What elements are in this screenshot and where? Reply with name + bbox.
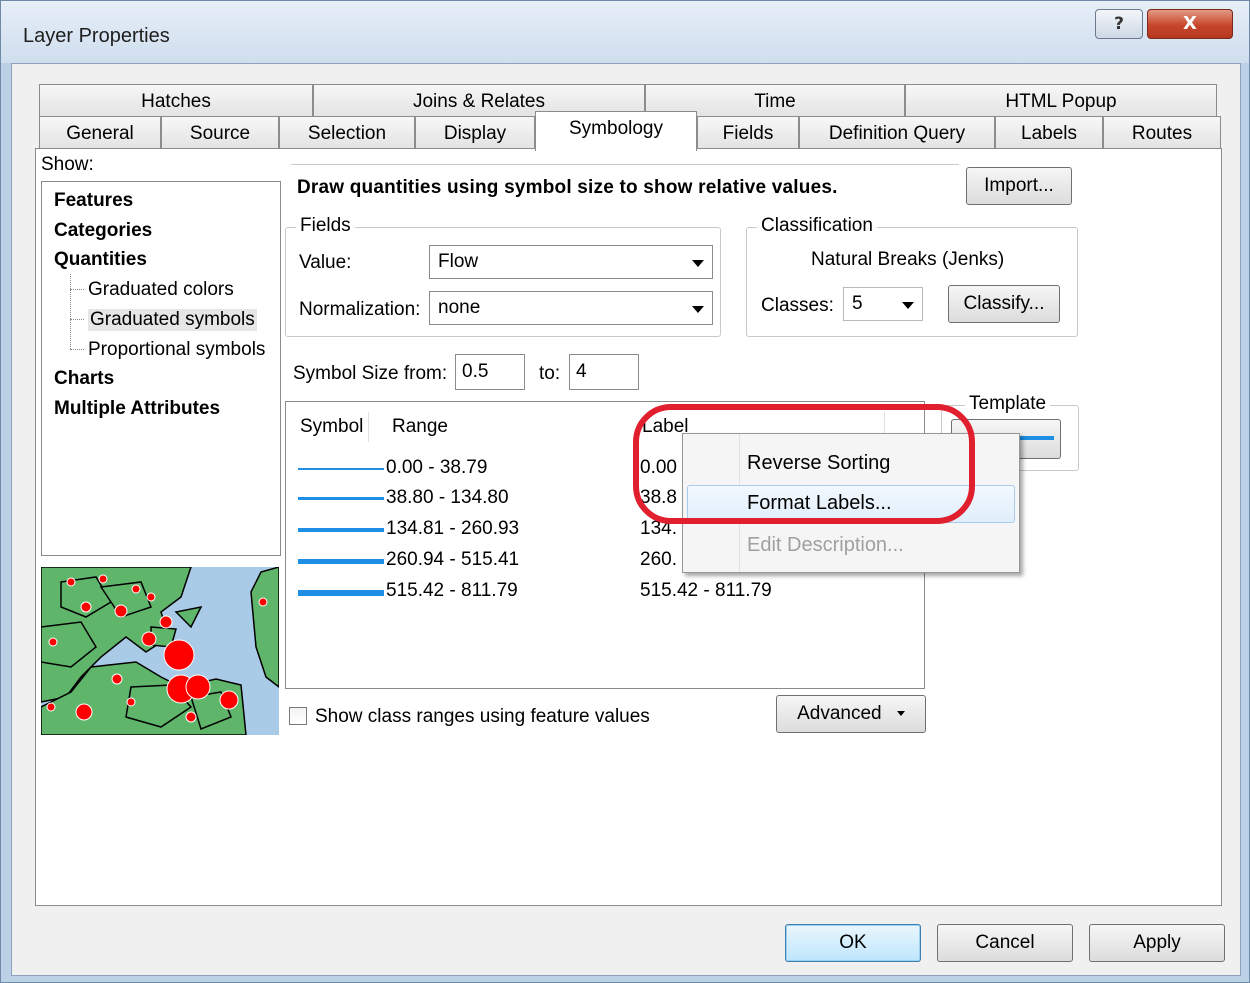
value-label: Value: xyxy=(299,252,352,273)
show-item-quantities[interactable]: Quantities xyxy=(54,249,147,271)
classify-button[interactable]: Classify... xyxy=(948,285,1060,323)
show-item-features[interactable]: Features xyxy=(54,190,133,212)
tree-connector xyxy=(70,274,71,349)
chevron-down-icon xyxy=(896,711,905,717)
tab-selection[interactable]: Selection xyxy=(279,116,415,150)
show-item-charts[interactable]: Charts xyxy=(54,368,114,390)
tab-routes[interactable]: Routes xyxy=(1103,116,1221,150)
show-item-categories[interactable]: Categories xyxy=(54,220,152,242)
symbol-line-size-1 xyxy=(298,468,384,470)
label-cell: 0.00 xyxy=(640,457,677,478)
symbol-size-to-label: to: xyxy=(539,363,561,384)
window-title: Layer Properties xyxy=(23,25,170,47)
description-text: Draw quantities using symbol size to sho… xyxy=(297,177,838,198)
classes-label: Classes: xyxy=(761,295,834,316)
cancel-button-label: Cancel xyxy=(975,932,1035,953)
tab-labels[interactable]: Labels xyxy=(995,116,1103,150)
tab-html-popup[interactable]: HTML Popup xyxy=(905,84,1217,118)
tree-branch xyxy=(70,289,84,290)
preview-map-image xyxy=(41,567,279,735)
description-divider xyxy=(291,164,959,165)
show-item-multiple-attributes[interactable]: Multiple Attributes xyxy=(54,398,220,420)
title-bar: Layer Properties ? X xyxy=(1,1,1249,63)
advanced-button-label: Advanced xyxy=(797,703,882,724)
range-cell: 38.80 - 134.80 xyxy=(386,487,509,508)
range-cell: 0.00 - 38.79 xyxy=(386,457,488,478)
label-cell: 134. xyxy=(640,518,677,539)
column-header-symbol[interactable]: Symbol xyxy=(300,416,363,438)
tab-display[interactable]: Display xyxy=(415,116,535,150)
import-button[interactable]: Import... xyxy=(966,167,1072,205)
tree-branch xyxy=(70,349,84,350)
show-sub-graduated-colors[interactable]: Graduated colors xyxy=(88,279,234,301)
show-sub-graduated-symbols[interactable]: Graduated symbols xyxy=(88,309,257,331)
symbol-line-size-4 xyxy=(298,559,384,564)
symbol-size-from-input[interactable]: 0.5 xyxy=(455,354,525,390)
value-dropdown-value: Flow xyxy=(438,251,479,272)
help-button[interactable]: ? xyxy=(1095,9,1143,39)
tab-source[interactable]: Source xyxy=(161,116,279,150)
template-label: Template xyxy=(965,393,1051,415)
range-cell: 260.94 - 515.41 xyxy=(386,549,520,570)
context-menu: Reverse Sorting Format Labels... Edit De… xyxy=(682,433,1020,573)
chevron-down-icon xyxy=(692,306,704,313)
column-header-range[interactable]: Range xyxy=(392,416,448,438)
import-button-label: Import... xyxy=(984,175,1054,196)
symbol-size-to-input[interactable]: 4 xyxy=(569,354,639,390)
menu-item-reverse-sorting[interactable]: Reverse Sorting xyxy=(747,452,890,475)
chevron-down-icon xyxy=(692,260,704,267)
tab-hatches[interactable]: Hatches xyxy=(39,84,313,118)
show-label: Show: xyxy=(41,154,94,175)
show-tree: Features Categories Quantities Graduated… xyxy=(41,181,281,556)
tab-general[interactable]: General xyxy=(39,116,161,150)
fields-group-label: Fields xyxy=(296,215,355,237)
symbol-line-size-3 xyxy=(298,528,384,532)
tree-branch xyxy=(70,319,84,320)
apply-button-label: Apply xyxy=(1133,932,1181,953)
classification-method: Natural Breaks (Jenks) xyxy=(811,249,1005,270)
symbol-line-size-5 xyxy=(298,590,384,596)
cancel-button[interactable]: Cancel xyxy=(937,924,1073,962)
tab-definition-query[interactable]: Definition Query xyxy=(799,116,995,150)
normalization-dropdown-value: none xyxy=(438,297,481,318)
show-class-ranges-checkbox[interactable] xyxy=(289,707,307,725)
chevron-down-icon xyxy=(902,302,914,309)
classify-button-label: Classify... xyxy=(963,293,1045,314)
normalization-dropdown[interactable]: none xyxy=(429,291,713,325)
advanced-button[interactable]: Advanced xyxy=(776,695,926,733)
range-cell: 515.42 - 811.79 xyxy=(386,580,518,601)
symbol-line-size-2 xyxy=(298,497,384,500)
show-class-ranges-label: Show class ranges using feature values xyxy=(315,706,650,727)
tab-symbology[interactable]: Symbology xyxy=(535,111,697,151)
classification-group-label: Classification xyxy=(757,215,877,237)
classes-dropdown[interactable]: 5 xyxy=(843,287,923,321)
symbol-size-from-label: Symbol Size from: xyxy=(293,363,448,384)
range-cell: 134.81 - 260.93 xyxy=(386,518,520,539)
ok-button-label: OK xyxy=(839,932,867,953)
value-dropdown[interactable]: Flow xyxy=(429,245,713,279)
column-divider xyxy=(368,412,369,442)
label-cell: 38.8 xyxy=(640,487,677,508)
tab-fields[interactable]: Fields xyxy=(697,116,799,150)
show-sub-proportional-symbols[interactable]: Proportional symbols xyxy=(88,339,265,361)
layer-properties-window: Layer Properties ? X Hatches Joins & Rel… xyxy=(0,0,1250,983)
apply-button[interactable]: Apply xyxy=(1089,924,1225,962)
menu-item-edit-description[interactable]: Edit Description... xyxy=(747,534,904,557)
close-button[interactable]: X xyxy=(1147,9,1233,39)
ok-button[interactable]: OK xyxy=(785,924,921,962)
classes-dropdown-value: 5 xyxy=(852,293,863,314)
menu-item-format-labels[interactable]: Format Labels... xyxy=(747,492,892,515)
label-cell: 260. xyxy=(640,549,677,570)
label-cell: 515.42 - 811.79 xyxy=(640,580,772,601)
normalization-label: Normalization: xyxy=(299,299,421,320)
